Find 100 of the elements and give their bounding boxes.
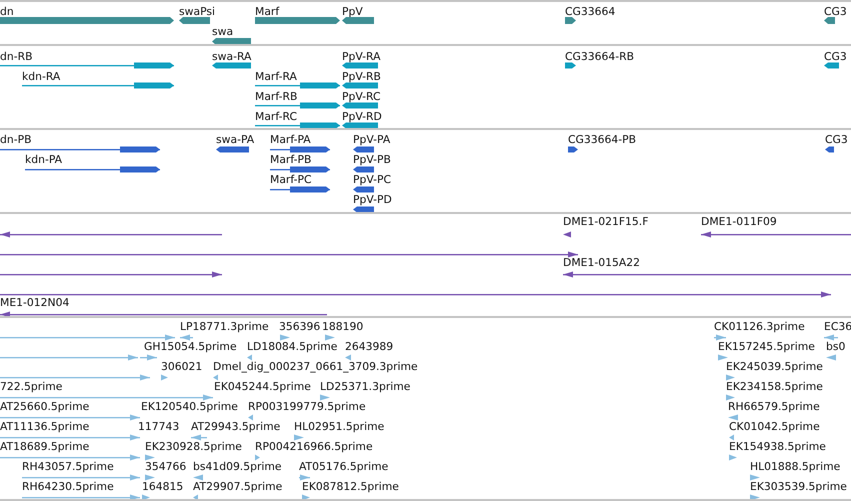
feature-label[interactable]: Marf-PB [270,153,312,166]
feature-label[interactable]: EK234158.5prime [726,380,823,393]
feature-label[interactable]: Marf-PC [270,173,312,186]
feature-glyph[interactable] [565,16,576,25]
feature-label[interactable]: 306021 [161,360,202,373]
feature-glyph[interactable] [563,270,851,279]
feature-label[interactable]: RH64230.5prime [22,480,114,493]
feature-label[interactable]: swaPsi [179,5,216,18]
feature-label[interactable]: EK230928.5prime [145,440,242,453]
feature-label[interactable]: RP003199779.5prime [248,400,366,413]
feature-glyph[interactable] [342,16,374,25]
feature-glyph[interactable] [216,145,249,154]
feature-label[interactable]: EK045244.5prime [214,380,311,393]
feature-label[interactable]: EC36 [824,320,851,333]
feature-glyph[interactable] [353,145,374,154]
feature-label[interactable]: AT29943.5prime [191,420,280,433]
feature-label[interactable]: EK303539.5prime [750,480,847,493]
feature-label[interactable]: 164815 [142,480,184,493]
feature-label[interactable]: bs41d09.5prime [193,460,282,473]
feature-glyph[interactable] [353,185,374,194]
feature-glyph[interactable] [342,121,378,130]
feature-label[interactable]: dn [0,5,14,18]
feature-label[interactable]: AT05176.5prime [299,460,388,473]
feature-glyph[interactable] [568,145,578,154]
feature-glyph[interactable] [0,250,578,259]
feature-glyph[interactable] [255,16,340,25]
feature-glyph[interactable] [825,145,834,154]
feature-glyph[interactable] [22,81,174,90]
feature-label[interactable]: EK087812.5prime [302,480,399,493]
feature-label[interactable]: CG33664-PB [568,133,636,146]
feature-glyph[interactable] [824,61,839,70]
feature-label[interactable]: HL01888.5prime [750,460,840,473]
feature-glyph[interactable] [0,145,160,154]
feature-label[interactable]: 356396 [279,320,320,333]
feature-label[interactable]: 354766 [145,460,186,473]
feature-glyph[interactable] [0,230,222,239]
feature-label[interactable]: DME1-015A22 [563,256,640,269]
feature-glyph[interactable] [179,16,210,25]
feature-glyph[interactable] [0,290,831,299]
feature-label[interactable]: LP18771.3prime [180,320,269,333]
feature-label[interactable]: swa [212,25,234,38]
feature-label[interactable]: AT29907.5prime [193,480,282,493]
feature-label[interactable]: PpV [342,5,363,18]
feature-glyph[interactable] [342,61,378,70]
feature-label[interactable]: kdn-PA [25,153,62,166]
feature-label[interactable]: PpV-PC [353,173,392,186]
feature-label[interactable]: Marf [255,5,280,18]
feature-glyph[interactable] [353,205,374,214]
feature-glyph[interactable] [353,165,374,174]
feature-label[interactable]: 2643989 [345,340,394,353]
feature-label[interactable]: AT18689.5prime [0,440,90,453]
feature-label[interactable]: PpV-PD [353,193,392,206]
feature-label[interactable]: Marf-RC [255,110,297,123]
feature-glyph[interactable] [25,165,160,174]
feature-glyph[interactable] [824,16,835,25]
feature-label[interactable]: EK245039.5prime [726,360,823,373]
feature-glyph[interactable] [270,145,330,154]
feature-label[interactable]: Marf-PA [270,133,311,146]
feature-label[interactable]: ME1-012N04 [0,296,70,309]
feature-label[interactable]: dn-RB [0,50,33,63]
feature-glyph[interactable] [255,81,340,90]
feature-glyph[interactable] [212,61,251,70]
feature-label[interactable]: EK120540.5prime [141,400,238,413]
feature-label[interactable]: CG33664-RB [565,50,634,63]
feature-label[interactable]: PpV-RB [342,70,381,83]
feature-label[interactable]: HL02951.5prime [294,420,384,433]
feature-glyph[interactable] [0,270,222,279]
feature-glyph[interactable] [565,61,576,70]
feature-label[interactable]: PpV-PA [353,133,390,146]
feature-label[interactable]: AT25660.5prime [0,400,90,413]
feature-label[interactable]: dn-PB [0,133,32,146]
feature-glyph[interactable] [0,310,327,319]
feature-label[interactable]: CK01126.3prime [714,320,805,333]
feature-label[interactable]: DME1-011F09 [701,215,777,228]
feature-label[interactable]: RP004216966.5prime [255,440,373,453]
feature-glyph[interactable] [701,230,851,239]
feature-label[interactable]: Dmel_dig_000237_0661_3709.3prime [213,360,418,373]
feature-label[interactable]: PpV-RA [342,50,380,63]
feature-label[interactable]: CG33664 [565,5,616,18]
feature-label[interactable]: EK154938.5prime [729,440,826,453]
feature-glyph[interactable] [255,101,340,110]
feature-glyph[interactable] [270,185,330,194]
feature-glyph[interactable] [270,165,330,174]
feature-label[interactable]: kdn-RA [22,70,60,83]
feature-label[interactable]: RH66579.5prime [728,400,820,413]
feature-glyph[interactable] [563,230,571,239]
feature-label[interactable]: PpV-RC [342,90,381,103]
feature-label[interactable]: AT11136.5prime [0,420,90,433]
feature-label[interactable]: swa-PA [216,133,254,146]
feature-label[interactable]: LD25371.3prime [320,380,410,393]
feature-label[interactable]: Marf-RA [255,70,297,83]
feature-label[interactable]: Marf-RB [255,90,298,103]
feature-label[interactable]: CG3 [824,50,847,63]
feature-label[interactable]: DME1-021F15.F [563,215,648,228]
feature-glyph[interactable] [255,121,340,130]
feature-label[interactable]: CG3 [825,133,848,146]
feature-label[interactable]: swa-RA [212,50,252,63]
feature-label[interactable]: 722.5prime [0,380,62,393]
feature-glyph[interactable] [342,81,378,90]
feature-label[interactable]: LD18084.5prime [247,340,338,353]
